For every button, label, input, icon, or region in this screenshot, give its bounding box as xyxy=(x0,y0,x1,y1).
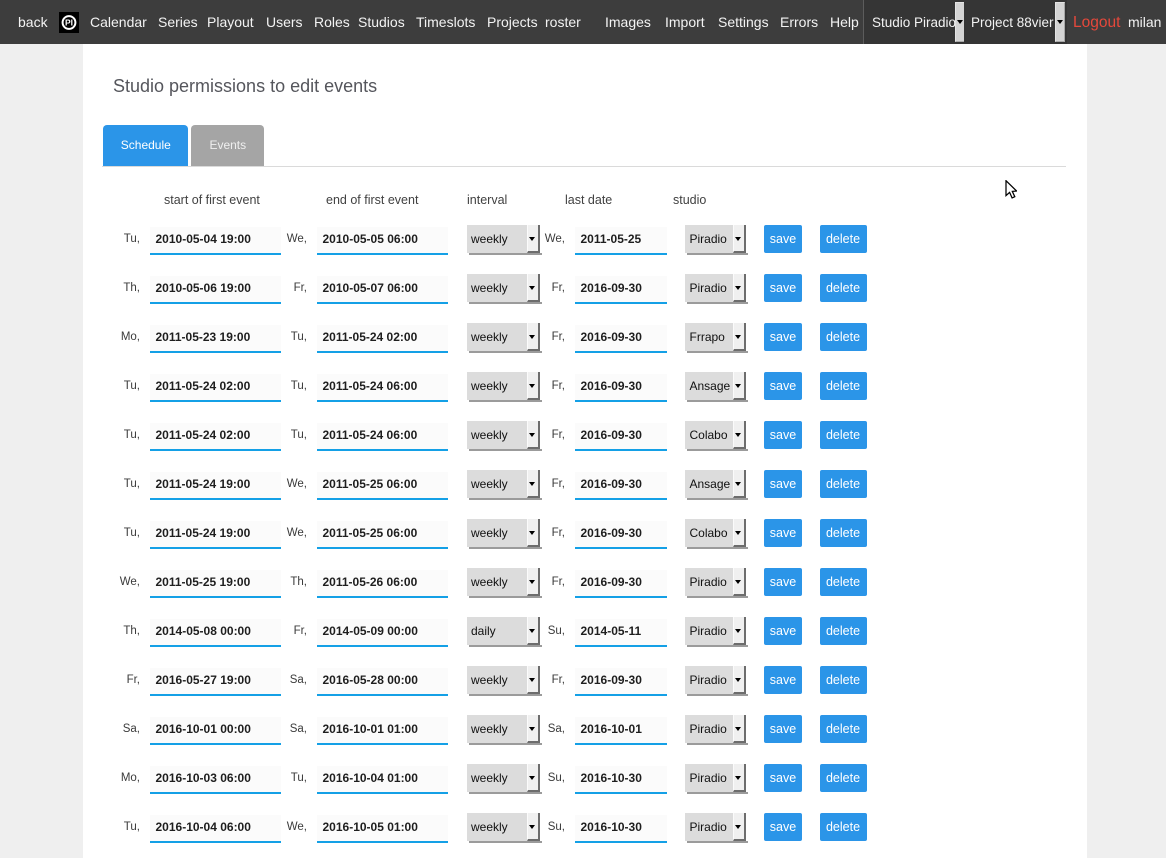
svg-text:PI: PI xyxy=(65,17,73,27)
